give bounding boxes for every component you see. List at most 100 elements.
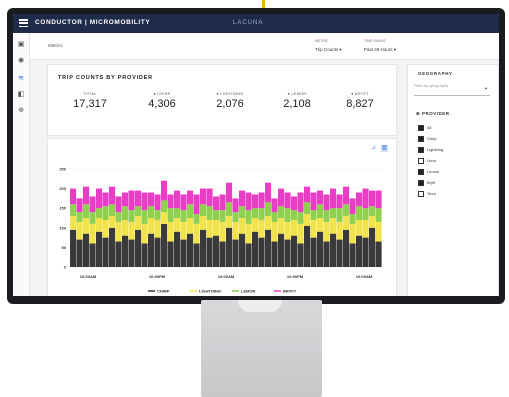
stat-chirp: ● CHIRP 4,306 — [132, 92, 192, 110]
bar-segment-lightning — [271, 221, 278, 242]
bar-segment-bryft — [219, 194, 226, 211]
bar-segment-lightning — [193, 223, 200, 244]
bar-segment-lightning — [187, 218, 194, 234]
bar-segment-lightning — [180, 221, 187, 240]
bar-segment-lemon — [96, 208, 103, 218]
bar-segment-chirp — [109, 227, 116, 267]
bar-segment-lemon — [115, 212, 122, 222]
bar-segment-chirp — [317, 231, 324, 267]
stat-label: ● CHIRP — [153, 92, 171, 96]
checkbox-icon — [418, 179, 424, 186]
bar-segment-chirp — [141, 243, 148, 267]
bar-segment-lightning — [304, 214, 311, 226]
bar-segment-bryft — [323, 194, 330, 211]
provider-checkbox-lemon[interactable]: Lemon — [418, 168, 439, 177]
provider-checkbox-chirp[interactable]: Chirp — [418, 135, 437, 144]
bar-segment-bryft — [317, 190, 324, 205]
bar-segment-lightning — [310, 219, 317, 238]
menu-icon[interactable] — [19, 19, 28, 28]
sidebar: ▣ ◉ ≋ ◧ ⊕ — [13, 33, 30, 296]
bar-segment-bryft — [284, 192, 291, 209]
bar-segment-chirp — [265, 229, 272, 267]
bar-segment-bryft — [135, 190, 142, 207]
bar-segment-bryft — [356, 192, 363, 207]
bar-segment-lemon — [284, 208, 291, 222]
globe-icon[interactable]: ◉ — [17, 57, 25, 65]
bar-segment-lemon — [213, 210, 220, 220]
bar-segment-lightning — [174, 218, 181, 232]
bar-segment-lightning — [161, 212, 168, 224]
bar-segment-bryft — [297, 192, 304, 213]
bar-segment-lemon — [369, 206, 376, 217]
bar-segment-lightning — [356, 219, 363, 236]
bar-segment-lemon — [323, 210, 330, 222]
card-title: TRIP COUNTS BY PROVIDER — [58, 75, 153, 81]
stat-total: TOTAL 17,317 — [60, 92, 120, 110]
geography-title: GEOGRAPHY — [418, 71, 453, 76]
bar-segment-lemon — [161, 200, 168, 213]
world-icon[interactable]: ⊕ — [17, 107, 25, 115]
bar-segment-chirp — [323, 241, 330, 267]
stat-lemon: ● LEMON 2,108 — [267, 92, 327, 110]
bar-segment-lemon — [317, 204, 324, 218]
provider-checkbox-lima[interactable]: Lima — [418, 157, 436, 166]
stat-lightning: ● LIGHTNING 2,076 — [200, 92, 260, 110]
bar-segment-lightning — [70, 216, 77, 230]
bar-segment-lightning — [278, 218, 285, 234]
bar-segment-chirp — [102, 237, 109, 267]
bar-segment-lemon — [83, 204, 90, 218]
bar-segment-bryft — [291, 196, 298, 211]
provider-checkbox-lightning[interactable]: Lightning — [418, 146, 443, 155]
bar-segment-chirp — [219, 241, 226, 267]
x-tick-label: 10:00AM — [356, 274, 373, 279]
geography-filter-input[interactable]: Filter by geography ▼ — [414, 83, 490, 96]
bar-segment-lightning — [76, 221, 83, 240]
bar-segment-lightning — [226, 216, 233, 228]
bar-segment-lightning — [141, 223, 148, 244]
bar-segment-chirp — [226, 227, 233, 267]
bike-icon[interactable]: ≋ — [17, 75, 25, 83]
bar-segment-lemon — [291, 210, 298, 220]
provider-title: ⊕ PROVIDER — [416, 111, 450, 116]
stand-cutout — [238, 300, 282, 312]
app-screen: CONDUCTOR | MICROMOBILITY LACUNA ▣ ◉ ≋ ◧… — [13, 14, 499, 296]
bar-segment-chirp — [122, 235, 129, 267]
bar-segment-lemon — [89, 212, 96, 224]
bar-segment-lemon — [219, 210, 226, 222]
bar-segment-lightning — [109, 216, 116, 228]
bar-segment-bryft — [109, 186, 116, 205]
bar-segment-bryft — [76, 198, 83, 213]
provider-checkbox-texxi[interactable]: Texxi — [418, 190, 436, 199]
bar-segment-lightning — [265, 216, 272, 230]
breadcrumb[interactable]: Metrics — [48, 43, 63, 48]
bar-segment-bryft — [245, 192, 252, 211]
stat-label: TOTAL — [83, 92, 97, 96]
provider-checkbox-bryft[interactable]: Bryft — [418, 179, 435, 188]
stat-bryft: ● BRYFT 8,827 — [330, 92, 390, 110]
code-icon[interactable]: ◧ — [17, 91, 25, 99]
time-range-select[interactable]: Past 48 Hours ▾ — [364, 47, 396, 53]
bar-segment-lemon — [336, 208, 343, 222]
bar-segment-lemon — [76, 212, 83, 222]
bar-segment-lightning — [89, 223, 96, 244]
bar-segment-lightning — [135, 216, 142, 230]
bar-segment-bryft — [310, 192, 317, 211]
bar-segment-bryft — [362, 188, 369, 209]
bar-segment-chirp — [180, 239, 187, 267]
bar-segment-lightning — [330, 218, 337, 234]
bar-segment-lemon — [200, 204, 207, 217]
provider-checkbox-all[interactable]: All — [418, 124, 431, 133]
legend-label: CHIRP — [157, 289, 170, 294]
brand-logo: LACUNA — [233, 20, 264, 26]
bar-segment-bryft — [206, 188, 213, 207]
time-range-label: TIME RANGE — [364, 39, 386, 43]
metric-select[interactable]: Trip Counts ▾ — [315, 47, 342, 53]
bar-segment-chirp — [89, 243, 96, 267]
bar-segment-lemon — [375, 208, 382, 222]
geography-placeholder: Filter by geography — [414, 83, 449, 88]
layers-icon[interactable]: ▣ — [17, 41, 25, 49]
bar-segment-lemon — [102, 206, 109, 220]
bar-segment-lightning — [206, 219, 213, 238]
bar-segment-bryft — [102, 192, 109, 207]
bar-segment-lightning — [369, 216, 376, 228]
